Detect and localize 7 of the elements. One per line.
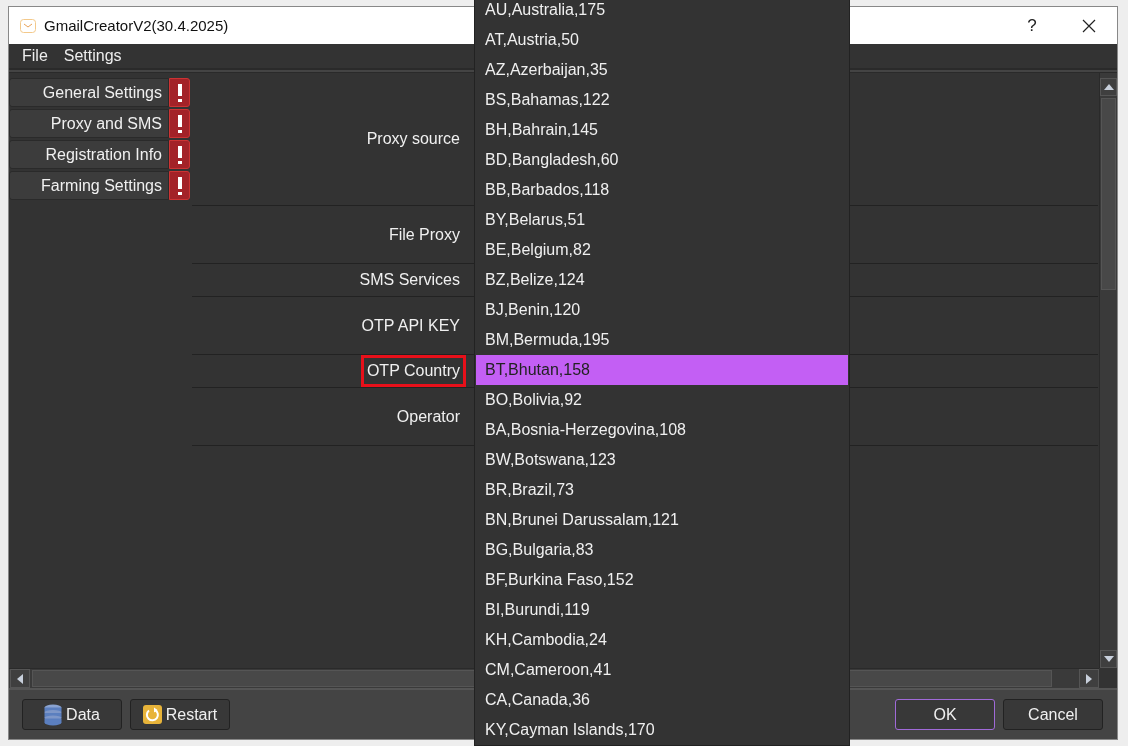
field-label: Operator	[395, 406, 461, 427]
field-label: File Proxy	[387, 224, 461, 245]
field-label: OTP API KEY	[360, 315, 461, 336]
window-title: GmailCreatorV2(30.4.2025)	[44, 17, 230, 34]
field-label: OTP Country	[360, 355, 466, 387]
field-label: Proxy source	[365, 129, 461, 149]
field-label: SMS Services	[358, 270, 461, 290]
